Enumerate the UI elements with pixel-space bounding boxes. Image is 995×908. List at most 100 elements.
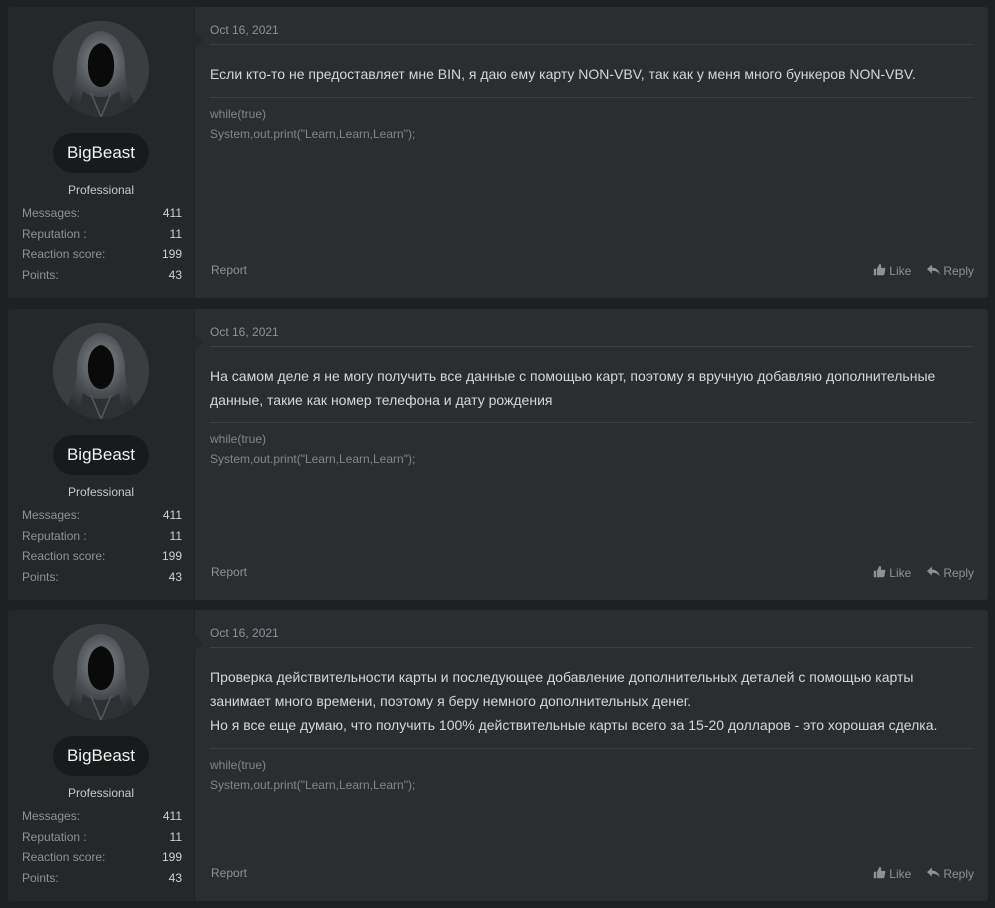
signature-divider bbox=[210, 748, 973, 749]
stat-value[interactable]: 199 bbox=[162, 546, 182, 567]
user-stat-row: Points: 43 bbox=[22, 868, 182, 889]
signature-divider bbox=[210, 97, 973, 98]
post-body: Проверка действительности карты и послед… bbox=[210, 669, 938, 733]
post-user-panel: BigBeast Professional Messages: 411 Repu… bbox=[8, 7, 203, 298]
user-stats: Messages: 411 Reputation : 11 Reaction s… bbox=[22, 203, 182, 285]
post-actions: Like Reply bbox=[873, 565, 974, 581]
user-stats: Messages: 411 Reputation : 11 Reaction s… bbox=[22, 806, 182, 888]
signature-line: System,out.print("Learn,Learn,Learn"); bbox=[210, 452, 416, 466]
signature: while(true) System,out.print("Learn,Lear… bbox=[210, 104, 415, 144]
post-date[interactable]: Oct 16, 2021 bbox=[210, 626, 279, 640]
stat-label: Reaction score: bbox=[22, 850, 106, 864]
user-stat-row: Reputation : 11 bbox=[22, 827, 182, 848]
stat-label: Messages: bbox=[22, 809, 81, 823]
reply-icon bbox=[927, 263, 941, 279]
user-stat-row: Reaction score: 199 bbox=[22, 546, 182, 567]
post-content: Oct 16, 2021 Если кто-то не предоставляе… bbox=[195, 7, 988, 298]
like-button[interactable]: Like bbox=[873, 565, 911, 581]
reply-button[interactable]: Reply bbox=[927, 866, 974, 882]
like-label: Like bbox=[889, 566, 912, 580]
user-stat-row: Reputation : 11 bbox=[22, 526, 182, 547]
reply-label: Reply bbox=[943, 867, 974, 881]
thumbs-up-icon bbox=[873, 565, 886, 581]
signature-line: while(true) bbox=[210, 758, 267, 772]
stat-label: Messages: bbox=[22, 508, 81, 522]
post-actions: Like Reply bbox=[873, 263, 974, 279]
post-date[interactable]: Oct 16, 2021 bbox=[210, 325, 279, 339]
stat-label: Points: bbox=[22, 267, 59, 282]
user-stat-row: Messages: 411 bbox=[22, 203, 182, 224]
stat-label: Reputation : bbox=[22, 528, 87, 543]
user-stat-row: Messages: 411 bbox=[22, 505, 182, 526]
report-link[interactable]: Report bbox=[211, 263, 247, 277]
username[interactable]: BigBeast bbox=[53, 133, 149, 173]
stat-label: Points: bbox=[22, 870, 59, 885]
user-stat-row: Reaction score: 199 bbox=[22, 244, 182, 265]
post: BigBeast Professional Messages: 411 Repu… bbox=[8, 309, 988, 600]
thumbs-up-icon bbox=[873, 866, 886, 882]
post-body: На самом деле я не могу получить все дан… bbox=[210, 368, 936, 408]
post: BigBeast Professional Messages: 411 Repu… bbox=[8, 610, 988, 901]
username[interactable]: BigBeast bbox=[53, 435, 149, 475]
like-button[interactable]: Like bbox=[873, 263, 911, 279]
reply-label: Reply bbox=[943, 264, 974, 278]
signature-divider bbox=[210, 422, 973, 423]
stat-value[interactable]: 199 bbox=[162, 244, 182, 265]
avatar[interactable] bbox=[53, 624, 149, 720]
divider bbox=[210, 44, 973, 45]
post-content: Oct 16, 2021 Проверка действительности к… bbox=[195, 610, 988, 901]
stat-value[interactable]: 43 bbox=[169, 868, 182, 889]
post-actions: Like Reply bbox=[873, 866, 974, 882]
user-stat-row: Messages: 411 bbox=[22, 806, 182, 827]
stat-value[interactable]: 411 bbox=[163, 806, 182, 827]
stat-value[interactable]: 11 bbox=[170, 526, 182, 547]
avatar[interactable] bbox=[53, 323, 149, 419]
thread-posts: BigBeast Professional Messages: 411 Repu… bbox=[0, 0, 995, 908]
signature: while(true) System,out.print("Learn,Lear… bbox=[210, 755, 415, 795]
user-stat-row: Points: 43 bbox=[22, 265, 182, 286]
stat-value[interactable]: 11 bbox=[170, 827, 182, 848]
post: BigBeast Professional Messages: 411 Repu… bbox=[8, 7, 988, 298]
user-stat-row: Reputation : 11 bbox=[22, 224, 182, 245]
stat-label: Points: bbox=[22, 569, 59, 584]
like-label: Like bbox=[889, 264, 912, 278]
user-rank: Professional bbox=[67, 183, 135, 197]
reply-icon bbox=[927, 866, 941, 882]
user-stat-row: Reaction score: 199 bbox=[22, 847, 182, 868]
report-link[interactable]: Report bbox=[211, 565, 247, 579]
signature-line: while(true) bbox=[210, 107, 267, 121]
post-user-panel: BigBeast Professional Messages: 411 Repu… bbox=[8, 309, 203, 600]
reply-button[interactable]: Reply bbox=[927, 263, 974, 279]
avatar[interactable] bbox=[53, 21, 149, 117]
signature-line: System,out.print("Learn,Learn,Learn"); bbox=[210, 778, 416, 792]
username[interactable]: BigBeast bbox=[53, 736, 149, 776]
stat-value[interactable]: 43 bbox=[169, 265, 182, 286]
stat-label: Reputation : bbox=[22, 226, 87, 241]
reply-label: Reply bbox=[943, 566, 974, 580]
reply-icon bbox=[927, 565, 941, 581]
post-content: Oct 16, 2021 На самом деле я не могу пол… bbox=[195, 309, 988, 600]
stat-label: Messages: bbox=[22, 206, 81, 220]
stat-value[interactable]: 411 bbox=[163, 505, 182, 526]
stat-value[interactable]: 199 bbox=[162, 847, 182, 868]
post-user-panel: BigBeast Professional Messages: 411 Repu… bbox=[8, 610, 203, 901]
reply-button[interactable]: Reply bbox=[927, 565, 974, 581]
signature-line: while(true) bbox=[210, 432, 267, 446]
user-stat-row: Points: 43 bbox=[22, 567, 182, 588]
signature: while(true) System,out.print("Learn,Lear… bbox=[210, 429, 415, 469]
stat-value[interactable]: 411 bbox=[163, 203, 182, 224]
stat-label: Reputation : bbox=[22, 829, 87, 844]
divider bbox=[210, 647, 973, 648]
like-button[interactable]: Like bbox=[873, 866, 911, 882]
stat-value[interactable]: 11 bbox=[170, 224, 182, 245]
like-label: Like bbox=[889, 867, 912, 881]
stat-label: Reaction score: bbox=[22, 247, 106, 261]
divider bbox=[210, 346, 973, 347]
user-stats: Messages: 411 Reputation : 11 Reaction s… bbox=[22, 505, 182, 587]
post-date[interactable]: Oct 16, 2021 bbox=[210, 23, 279, 37]
stat-value[interactable]: 43 bbox=[169, 567, 182, 588]
stat-label: Reaction score: bbox=[22, 549, 106, 563]
user-rank: Professional bbox=[67, 786, 135, 800]
report-link[interactable]: Report bbox=[211, 866, 247, 880]
signature-line: System,out.print("Learn,Learn,Learn"); bbox=[210, 127, 416, 141]
